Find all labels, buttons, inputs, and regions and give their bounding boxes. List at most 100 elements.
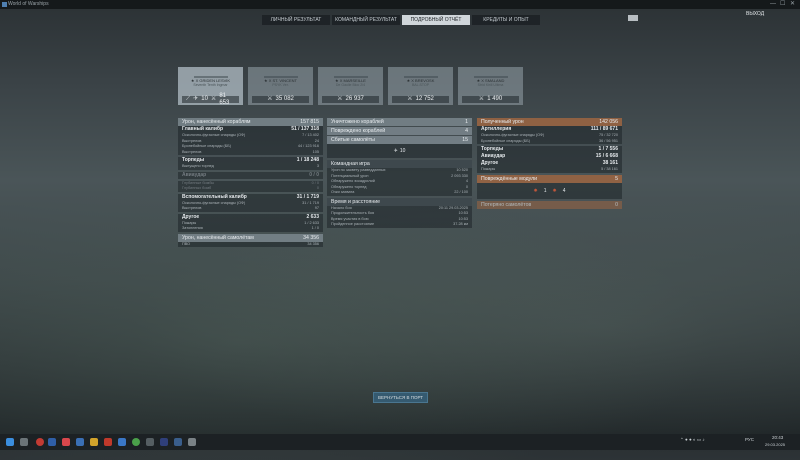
module-damage-icon: ✸ <box>552 187 557 194</box>
stat-value: 51 / 137 318 <box>291 126 319 132</box>
app-icon[interactable] <box>62 438 70 446</box>
ship-damage: 1 490 <box>487 96 503 102</box>
search-icon[interactable] <box>20 438 28 446</box>
stat-value: 31 / 1 719 <box>296 193 319 200</box>
exit-button[interactable]: ВЫХОД <box>746 11 764 17</box>
ribbon-bar: ✈ 10 <box>327 144 472 158</box>
start-icon[interactable] <box>6 438 14 446</box>
stat-label: Уничтожено кораблей <box>331 119 384 125</box>
ship-cards: ★ X GRIDEN LESVIK Seventh Tenth Ingmar ⟋… <box>178 67 523 106</box>
app-icon[interactable] <box>104 438 112 446</box>
app-icon[interactable] <box>118 438 126 446</box>
plane-kill-icon: ✈ <box>393 148 398 154</box>
stat-label: ПВО <box>182 241 191 246</box>
return-to-port-button[interactable]: ВЕРНУТЬСЯ В ПОРТ <box>373 392 428 403</box>
ribbon-icon: ⟋ <box>186 96 191 102</box>
module-damage-icon: ✸ <box>533 187 538 194</box>
ship-card[interactable]: ★ X SMALAND Strid Kirill Ultima ⚔ 1 490 <box>458 67 523 105</box>
maximize-button[interactable]: ☐ <box>780 0 785 9</box>
window-titlebar: World of Warships — ☐ ✕ <box>0 0 800 9</box>
game-icon[interactable] <box>174 438 182 446</box>
stat-value: 0 <box>316 186 319 190</box>
stat-label: Другое <box>182 213 200 220</box>
app-icon[interactable] <box>76 438 84 446</box>
damage-icon: ⚔ <box>337 96 343 102</box>
stat-label: Вспомогательный калибр <box>182 193 247 200</box>
stat-value: 22 / 100 <box>454 190 468 194</box>
section-title: Командная игра <box>331 161 370 167</box>
stat-label: Пожары <box>481 167 496 171</box>
stat-label: Бронебойные снаряды (ББ) <box>481 138 531 143</box>
tab-detailed[interactable]: ПОДРОБНЫЙ ОТЧЁТ <box>402 15 470 25</box>
stat-value: 36 / 56 951 <box>598 138 618 143</box>
clock-time[interactable]: 20:43 <box>772 435 783 440</box>
window-title: World of Warships <box>8 1 49 7</box>
damage-dealt-panel: Урон, нанесённый кораблям 157 815 Главный… <box>178 118 323 247</box>
tab-team[interactable]: КОМАНДНЫЙ РЕЗУЛЬТАТ <box>332 15 400 25</box>
section-value: 5 <box>615 175 618 182</box>
tab-personal[interactable]: ЛИЧНЫЙ РЕЗУЛЬТАТ <box>262 15 330 25</box>
section-title: Время и расстояние <box>331 198 381 205</box>
tab-credits[interactable]: КРЕДИТЫ И ОПЫТ <box>472 15 540 25</box>
clock-date[interactable]: 29.03.2025 <box>765 442 785 447</box>
stat-value: 0 / 0 <box>309 171 319 178</box>
damage-icon: ⚔ <box>478 96 485 102</box>
section-value: 157 815 <box>300 119 319 125</box>
ship-subtitle: De Gaulle Bloc 2/4 <box>335 83 366 87</box>
close-button[interactable]: ✕ <box>790 0 795 9</box>
battle-summary-panel: Уничтожено кораблей 1 Повреждено кораблей… <box>327 118 472 228</box>
stat-label: Главный калибр <box>182 126 224 132</box>
stat-value: 4 <box>465 128 468 134</box>
section-value: 0 <box>615 201 618 208</box>
stat-value: 5 / 38 161 <box>601 167 618 171</box>
section-title: Урон, нанесённый кораблям <box>182 119 251 125</box>
module-icons: ✸ 1 ✸ 4 <box>477 182 622 199</box>
ship-stat: 10 <box>201 96 208 102</box>
section-title: Повреждённые модули <box>481 175 538 182</box>
result-tabs: ЛИЧНЫЙ РЕЗУЛЬТАТ КОМАНДНЫЙ РЕЗУЛЬТАТ ПОД… <box>262 15 540 25</box>
stat-value: 1 / 18 248 <box>296 157 319 163</box>
cannon-icon: ✈ <box>193 96 199 102</box>
ship-damage: 12 752 <box>415 96 434 102</box>
stat-label: Очки захвата <box>331 190 355 194</box>
ship-card[interactable]: ★ X GRIDEN LESVIK Seventh Tenth Ingmar ⟋… <box>178 67 243 106</box>
app-icon <box>2 2 7 7</box>
stat-label: Сбитые самолёты <box>331 137 375 143</box>
module-count: 1 <box>543 187 547 194</box>
app-icon[interactable] <box>160 438 168 446</box>
stat-value: 38 161 <box>602 160 618 166</box>
flag-icon[interactable] <box>628 15 638 21</box>
ship-card[interactable]: ★ X BREVOSK BAL.STOP ⚔ 12 752 <box>388 67 453 105</box>
ship-subtitle: PSYK Ver. <box>272 83 289 87</box>
ship-damage: 35 082 <box>275 96 294 102</box>
stat-value: 37.28 км <box>453 222 468 226</box>
folder-icon[interactable] <box>90 438 98 446</box>
stat-label: Затопления <box>182 226 203 230</box>
stat-label: Выпущено торпед <box>182 164 214 168</box>
stat-label: Артиллерия <box>481 126 512 132</box>
language-indicator[interactable]: РУС <box>745 437 754 442</box>
ribbon-count: 10 <box>399 148 406 154</box>
taskbar: ⌃ ● ● ◐ ▭ ♪ РУС 20:43 29.03.2025 <box>0 434 800 450</box>
section-value: 142 056 <box>599 119 618 125</box>
tray-icons[interactable]: ⌃ ● ● ◐ ▭ ♪ <box>680 437 705 443</box>
stat-label: Повреждено кораблей <box>331 128 386 134</box>
stat-value: 1 / 0 <box>311 226 319 230</box>
ship-subtitle: Strid Kirill Ultima <box>477 83 504 87</box>
stat-value: 105 <box>312 149 319 154</box>
browser-icon[interactable] <box>36 438 44 446</box>
stat-value: 2 633 <box>306 213 319 220</box>
stat-value: 111 / 89 671 <box>590 126 618 132</box>
stat-value: 15 <box>462 137 468 143</box>
app-icon[interactable] <box>48 438 56 446</box>
ship-card[interactable]: ★ X MARSEILLE De Gaulle Bloc 2/4 ⚔ 26 937 <box>318 67 383 105</box>
stat-label: Другое <box>481 160 499 166</box>
section-title: Урон, нанесённый самолётам <box>182 234 254 241</box>
ship-card[interactable]: ★ X ST. VINCENT PSYK Ver. ⚔ 35 082 <box>248 67 313 105</box>
minimize-button[interactable]: — <box>770 0 776 9</box>
app-icon[interactable] <box>188 438 196 446</box>
chrome-icon[interactable] <box>132 438 140 446</box>
stat-label: Торпеды <box>481 146 504 152</box>
stat-label: Торпеды <box>182 157 205 163</box>
app-icon[interactable] <box>146 438 154 446</box>
